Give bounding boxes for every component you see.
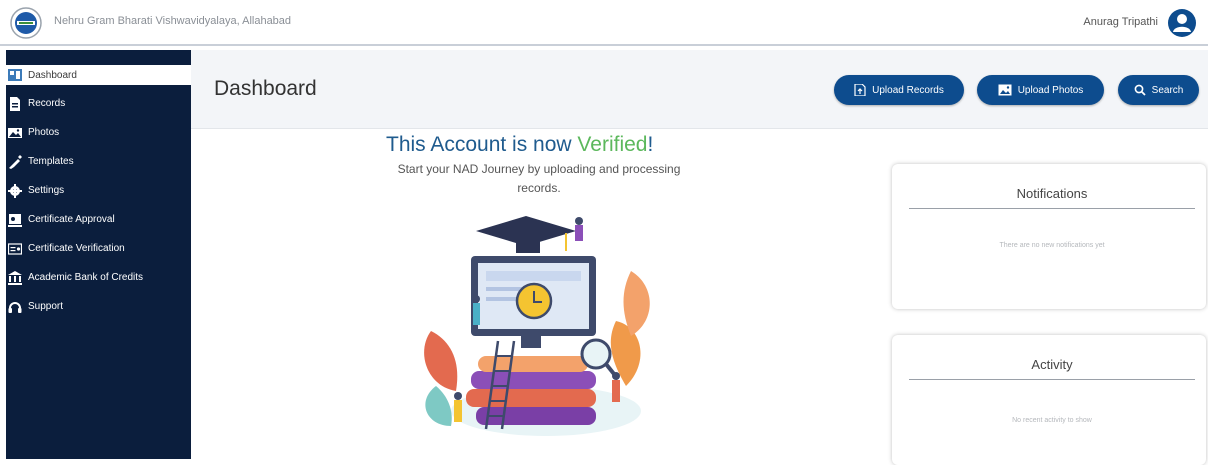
verified-title-suffix: ! <box>647 133 654 156</box>
records-icon <box>8 96 22 111</box>
sidebar-item-label: Templates <box>28 156 74 167</box>
sidebar-item-records[interactable]: Records <box>6 89 191 118</box>
photos-icon <box>8 126 22 140</box>
sidebar-item-certificate-approval[interactable]: Certificate Approval <box>6 205 191 234</box>
upload-photos-label: Upload Photos <box>1017 84 1084 96</box>
main-header: Dashboard Upload Records Upload Photos S… <box>191 50 1208 129</box>
activity-card: Activity No recent activity to show <box>892 335 1206 465</box>
verified-title-prefix: This Account is now <box>386 133 578 156</box>
org-name: Nehru Gram Bharati Vishwavidyalaya, Alla… <box>54 15 292 27</box>
sidebar-item-label: Certificate Approval <box>28 214 115 225</box>
sidebar-item-label: Academic Bank of Credits <box>28 272 144 283</box>
sidebar-item-label: Photos <box>28 127 60 138</box>
templates-icon <box>8 154 22 169</box>
sidebar-item-label: Dashboard <box>28 69 77 81</box>
dashboard-icon <box>8 68 22 82</box>
certificate-approval-icon <box>8 213 22 227</box>
search-button[interactable]: Search <box>1118 75 1199 105</box>
sidebar: Dashboard Records Photos Templates Setti… <box>6 50 191 459</box>
sidebar-item-support[interactable]: Support <box>6 292 191 321</box>
bank-icon <box>8 270 22 285</box>
user-name[interactable]: Anurag Tripathi <box>1083 16 1158 28</box>
verified-title-highlight: Verified <box>577 133 648 156</box>
activity-title: Activity <box>909 357 1195 380</box>
sidebar-item-label: Certificate Verification <box>28 243 125 254</box>
dashboard-content: This Account is now Verified! Start your… <box>191 129 1208 465</box>
search-icon <box>1134 84 1146 96</box>
sidebar-item-dashboard[interactable]: Dashboard <box>6 65 191 85</box>
activity-empty-text: No recent activity to show <box>1012 417 1092 424</box>
file-upload-icon <box>854 84 866 96</box>
sidebar-item-templates[interactable]: Templates <box>6 147 191 176</box>
sidebar-item-label: Settings <box>28 185 65 196</box>
sidebar-item-academic-bank-of-credits[interactable]: Academic Bank of Credits <box>6 263 191 292</box>
page-title: Dashboard <box>214 77 317 100</box>
sidebar-item-label: Records <box>28 98 66 109</box>
verified-subtitle: Start your NAD Journey by uploading and … <box>397 162 681 195</box>
sidebar-item-settings[interactable]: Settings <box>6 176 191 205</box>
sidebar-item-certificate-verification[interactable]: Certificate Verification <box>6 234 191 263</box>
notifications-title: Notifications <box>909 186 1195 209</box>
onboarding-illustration <box>424 216 650 436</box>
verified-title: This Account is now Verified! <box>386 133 653 157</box>
certificate-verification-icon <box>8 242 22 256</box>
image-upload-icon <box>998 84 1012 96</box>
settings-icon <box>8 183 22 198</box>
notifications-empty-text: There are no new notifications yet <box>999 242 1105 249</box>
notifications-card: Notifications There are no new notificat… <box>892 164 1206 309</box>
upload-records-button[interactable]: Upload Records <box>834 75 964 105</box>
user-icon <box>1173 14 1191 32</box>
top-bar: Nehru Gram Bharati Vishwavidyalaya, Alla… <box>0 0 1208 46</box>
user-avatar[interactable] <box>1168 9 1196 37</box>
university-logo <box>10 7 42 39</box>
upload-records-label: Upload Records <box>872 84 944 96</box>
sidebar-item-photos[interactable]: Photos <box>6 118 191 147</box>
upload-photos-button[interactable]: Upload Photos <box>977 75 1104 105</box>
sidebar-item-label: Support <box>28 301 64 312</box>
headset-icon <box>8 300 22 314</box>
search-label: Search <box>1151 84 1184 96</box>
